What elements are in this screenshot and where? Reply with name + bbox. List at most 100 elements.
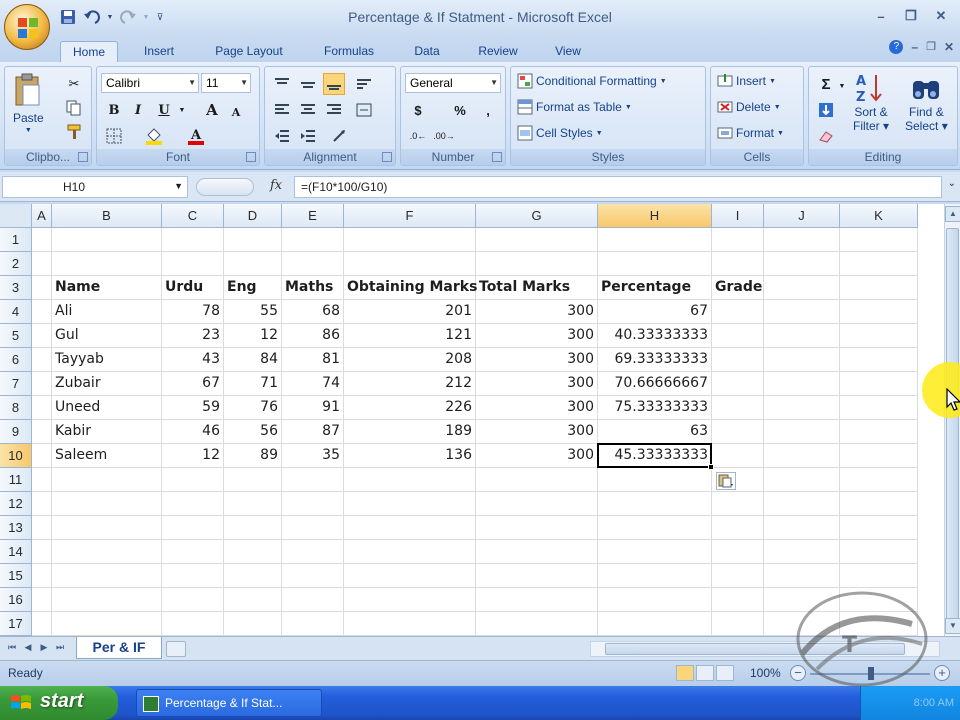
cell-d2[interactable] [224, 252, 282, 276]
cell-k8[interactable] [840, 396, 918, 420]
row-header-9[interactable]: 9 [0, 420, 32, 444]
cell-k12[interactable] [840, 492, 918, 516]
data-cell-h6[interactable]: 69.33333333 [598, 348, 712, 372]
cell-a6[interactable] [32, 348, 52, 372]
cell-i13[interactable] [712, 516, 764, 540]
cell-j13[interactable] [764, 516, 840, 540]
cell-f2[interactable] [344, 252, 476, 276]
align-left-icon[interactable] [271, 99, 293, 121]
cell-b16[interactable] [52, 588, 162, 612]
column-header-g[interactable]: G [476, 204, 598, 228]
cell-c12[interactable] [162, 492, 224, 516]
data-cell-e8[interactable]: 91 [282, 396, 344, 420]
paste-dropdown-icon[interactable]: ▼ [25, 127, 32, 134]
clock[interactable]: 8:00 AM [914, 697, 954, 709]
cell-j12[interactable] [764, 492, 840, 516]
column-header-c[interactable]: C [162, 204, 224, 228]
align-bottom-icon[interactable] [323, 73, 345, 95]
row-header-12[interactable]: 12 [0, 492, 32, 516]
cell-b2[interactable] [52, 252, 162, 276]
cell-h11[interactable] [598, 468, 712, 492]
data-cell-g10[interactable]: 300 [476, 444, 598, 468]
cell-e16[interactable] [282, 588, 344, 612]
cell-g17[interactable] [476, 612, 598, 636]
cell-h1[interactable] [598, 228, 712, 252]
cell-i12[interactable] [712, 492, 764, 516]
cell-i1[interactable] [712, 228, 764, 252]
header-cell-d3[interactable]: Eng [224, 276, 282, 300]
font-name-combo[interactable]: Calibri ▼ [101, 73, 199, 93]
cell-h13[interactable] [598, 516, 712, 540]
format-painter-icon[interactable] [63, 121, 85, 143]
fill-color-icon[interactable] [143, 125, 165, 147]
insert-sheet-icon[interactable] [166, 641, 186, 657]
cell-k14[interactable] [840, 540, 918, 564]
cell-i17[interactable] [712, 612, 764, 636]
cell-h12[interactable] [598, 492, 712, 516]
next-sheet-icon[interactable]: ▶ [38, 642, 50, 656]
cell-a5[interactable] [32, 324, 52, 348]
data-cell-h5[interactable]: 40.33333333 [598, 324, 712, 348]
paste-button[interactable]: Paste ▼ [13, 73, 44, 134]
cell-a10[interactable] [32, 444, 52, 468]
row-header-13[interactable]: 13 [0, 516, 32, 540]
data-cell-e6[interactable]: 81 [282, 348, 344, 372]
cell-e11[interactable] [282, 468, 344, 492]
taskbar-excel-window[interactable]: Percentage & If Stat... [136, 689, 322, 717]
data-cell-d10[interactable]: 89 [224, 444, 282, 468]
data-cell-e5[interactable]: 86 [282, 324, 344, 348]
data-cell-b6[interactable]: Tayyab [52, 348, 162, 372]
name-box[interactable]: H10 ▼ [2, 176, 188, 198]
data-cell-b5[interactable]: Gul [52, 324, 162, 348]
number-format-combo[interactable]: General ▼ [405, 73, 501, 93]
cell-i16[interactable] [712, 588, 764, 612]
cell-a15[interactable] [32, 564, 52, 588]
data-cell-d5[interactable]: 12 [224, 324, 282, 348]
cell-f13[interactable] [344, 516, 476, 540]
cut-icon[interactable]: ✂ [63, 73, 85, 95]
data-cell-d7[interactable]: 71 [224, 372, 282, 396]
data-cell-g5[interactable]: 300 [476, 324, 598, 348]
cell-j2[interactable] [764, 252, 840, 276]
cell-g11[interactable] [476, 468, 598, 492]
cell-k3[interactable] [840, 276, 918, 300]
row-header-1[interactable]: 1 [0, 228, 32, 252]
grow-font-button[interactable]: A [201, 99, 223, 121]
data-cell-f4[interactable]: 201 [344, 300, 476, 324]
fill-icon[interactable] [815, 99, 837, 121]
row-header-3[interactable]: 3 [0, 276, 32, 300]
insert-function-button[interactable]: fx [270, 178, 282, 193]
data-cell-b4[interactable]: Ali [52, 300, 162, 324]
data-cell-g6[interactable]: 300 [476, 348, 598, 372]
cell-e1[interactable] [282, 228, 344, 252]
autosum-dropdown-icon[interactable]: ▼ [837, 75, 847, 97]
cell-e15[interactable] [282, 564, 344, 588]
row-header-11[interactable]: 11 [0, 468, 32, 492]
cell-d1[interactable] [224, 228, 282, 252]
cell-i7[interactable] [712, 372, 764, 396]
data-cell-f7[interactable]: 212 [344, 372, 476, 396]
font-launcher-icon[interactable] [246, 152, 256, 162]
zoom-level[interactable]: 100% [750, 666, 781, 680]
cell-i10[interactable] [712, 444, 764, 468]
merge-center-icon[interactable] [353, 99, 375, 121]
column-header-j[interactable]: J [764, 204, 840, 228]
row-header-10[interactable]: 10 [0, 444, 32, 468]
cell-a9[interactable] [32, 420, 52, 444]
cell-c11[interactable] [162, 468, 224, 492]
cell-d12[interactable] [224, 492, 282, 516]
data-cell-b8[interactable]: Uneed [52, 396, 162, 420]
bold-button[interactable]: B [103, 99, 125, 121]
header-cell-b3[interactable]: Name [52, 276, 162, 300]
cell-i15[interactable] [712, 564, 764, 588]
cell-c1[interactable] [162, 228, 224, 252]
cell-d11[interactable] [224, 468, 282, 492]
copy-icon[interactable] [63, 97, 85, 119]
font-size-combo[interactable]: 11 ▼ [201, 73, 251, 93]
cell-j9[interactable] [764, 420, 840, 444]
cell-g14[interactable] [476, 540, 598, 564]
align-top-icon[interactable] [271, 73, 293, 95]
data-cell-b9[interactable]: Kabir [52, 420, 162, 444]
column-header-i[interactable]: I [712, 204, 764, 228]
select-all-button[interactable] [0, 204, 32, 228]
